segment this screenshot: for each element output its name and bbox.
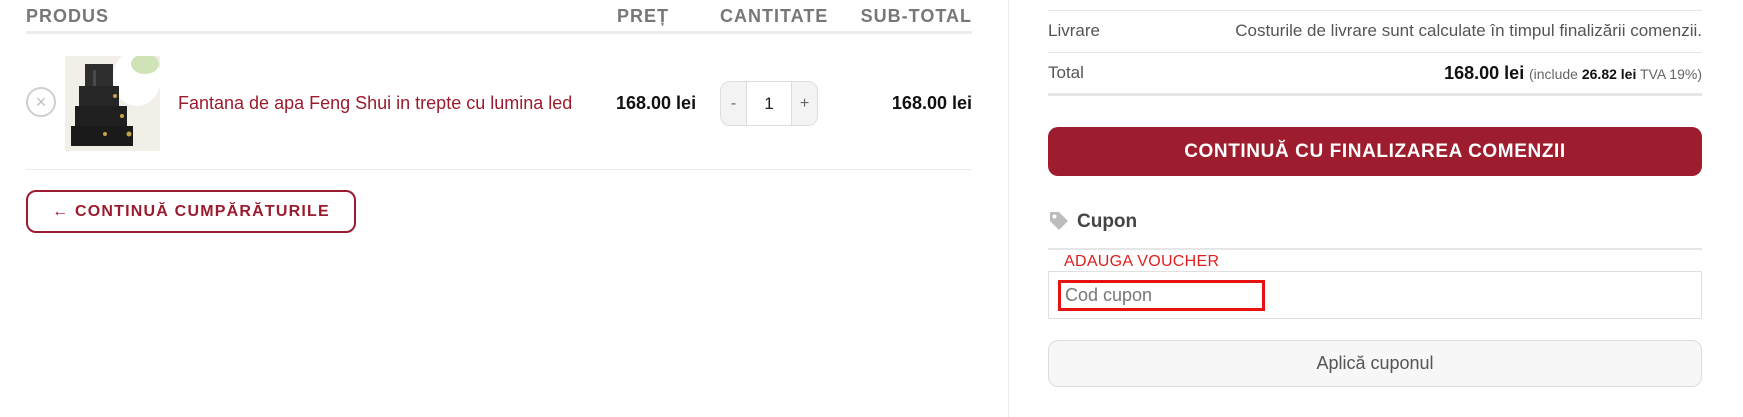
total-amount: 168.00 lei <box>1444 63 1525 83</box>
tax-amount: 26.82 lei <box>1581 66 1637 82</box>
quantity-increase-button[interactable]: + <box>792 82 817 125</box>
total-row: Total 168.00 lei (include 26.82 lei TVA … <box>1048 53 1702 96</box>
product-price: 168.00 lei <box>616 93 697 113</box>
tag-icon <box>1048 210 1070 232</box>
total-value-group: 168.00 lei (include 26.82 lei TVA 19%) <box>1444 63 1702 84</box>
product-name-link[interactable]: Fantana de apa Feng Shui in trepte cu lu… <box>178 93 572 114</box>
apply-coupon-button[interactable]: Aplică cuponul <box>1048 340 1702 387</box>
column-header-quantity: CANTITATE <box>720 6 829 26</box>
coupon-code-input[interactable] <box>1058 280 1265 311</box>
coupon-section-header: Cupon <box>1048 206 1702 250</box>
shipping-value: Costurile de livrare sunt calculate în t… <box>1235 21 1702 40</box>
column-header-product: PRODUS <box>26 6 110 26</box>
cart-totals: Livrare Costurile de livrare sunt calcul… <box>1048 0 1702 417</box>
total-label: Total <box>1048 63 1084 82</box>
cart-row: × Fantana de apa Feng Shui in trepte cu … <box>26 38 972 170</box>
quantity-input[interactable]: 1 <box>746 82 792 125</box>
cart-table: PRODUS PREȚ CANTITATE SUB-TOTAL × Fantan… <box>26 0 972 417</box>
cart-header: PRODUS PREȚ CANTITATE SUB-TOTAL <box>26 0 972 34</box>
column-divider <box>1008 0 1009 417</box>
proceed-to-checkout-button[interactable]: CONTINUĂ CU FINALIZAREA COMENZII <box>1048 127 1702 176</box>
product-subtotal: 168.00 lei <box>891 93 972 113</box>
product-image <box>65 56 160 151</box>
tax-suffix: TVA 19%) <box>1640 66 1702 82</box>
column-header-price: PREȚ <box>617 6 670 26</box>
voucher-annotation-label: ADAUGA VOUCHER <box>1064 253 1220 270</box>
continue-shopping-button[interactable]: ← CONTINUĂ CUMPĂRĂTURILE <box>26 190 356 233</box>
quantity-decrease-button[interactable]: - <box>721 82 746 125</box>
quantity-stepper: - 1 + <box>720 81 818 126</box>
shipping-row: Livrare Costurile de livrare sunt calcul… <box>1048 11 1702 53</box>
tax-note: (include 26.82 lei TVA 19%) <box>1529 66 1702 82</box>
coupon-input-container <box>1048 271 1702 319</box>
tax-prefix: (include <box>1528 66 1578 82</box>
product-thumbnail[interactable] <box>65 56 160 151</box>
remove-item-icon[interactable]: × <box>26 87 56 117</box>
coupon-title: Cupon <box>1077 211 1138 232</box>
column-header-subtotal: SUB-TOTAL <box>860 6 972 26</box>
shipping-label: Livrare <box>1048 21 1100 40</box>
